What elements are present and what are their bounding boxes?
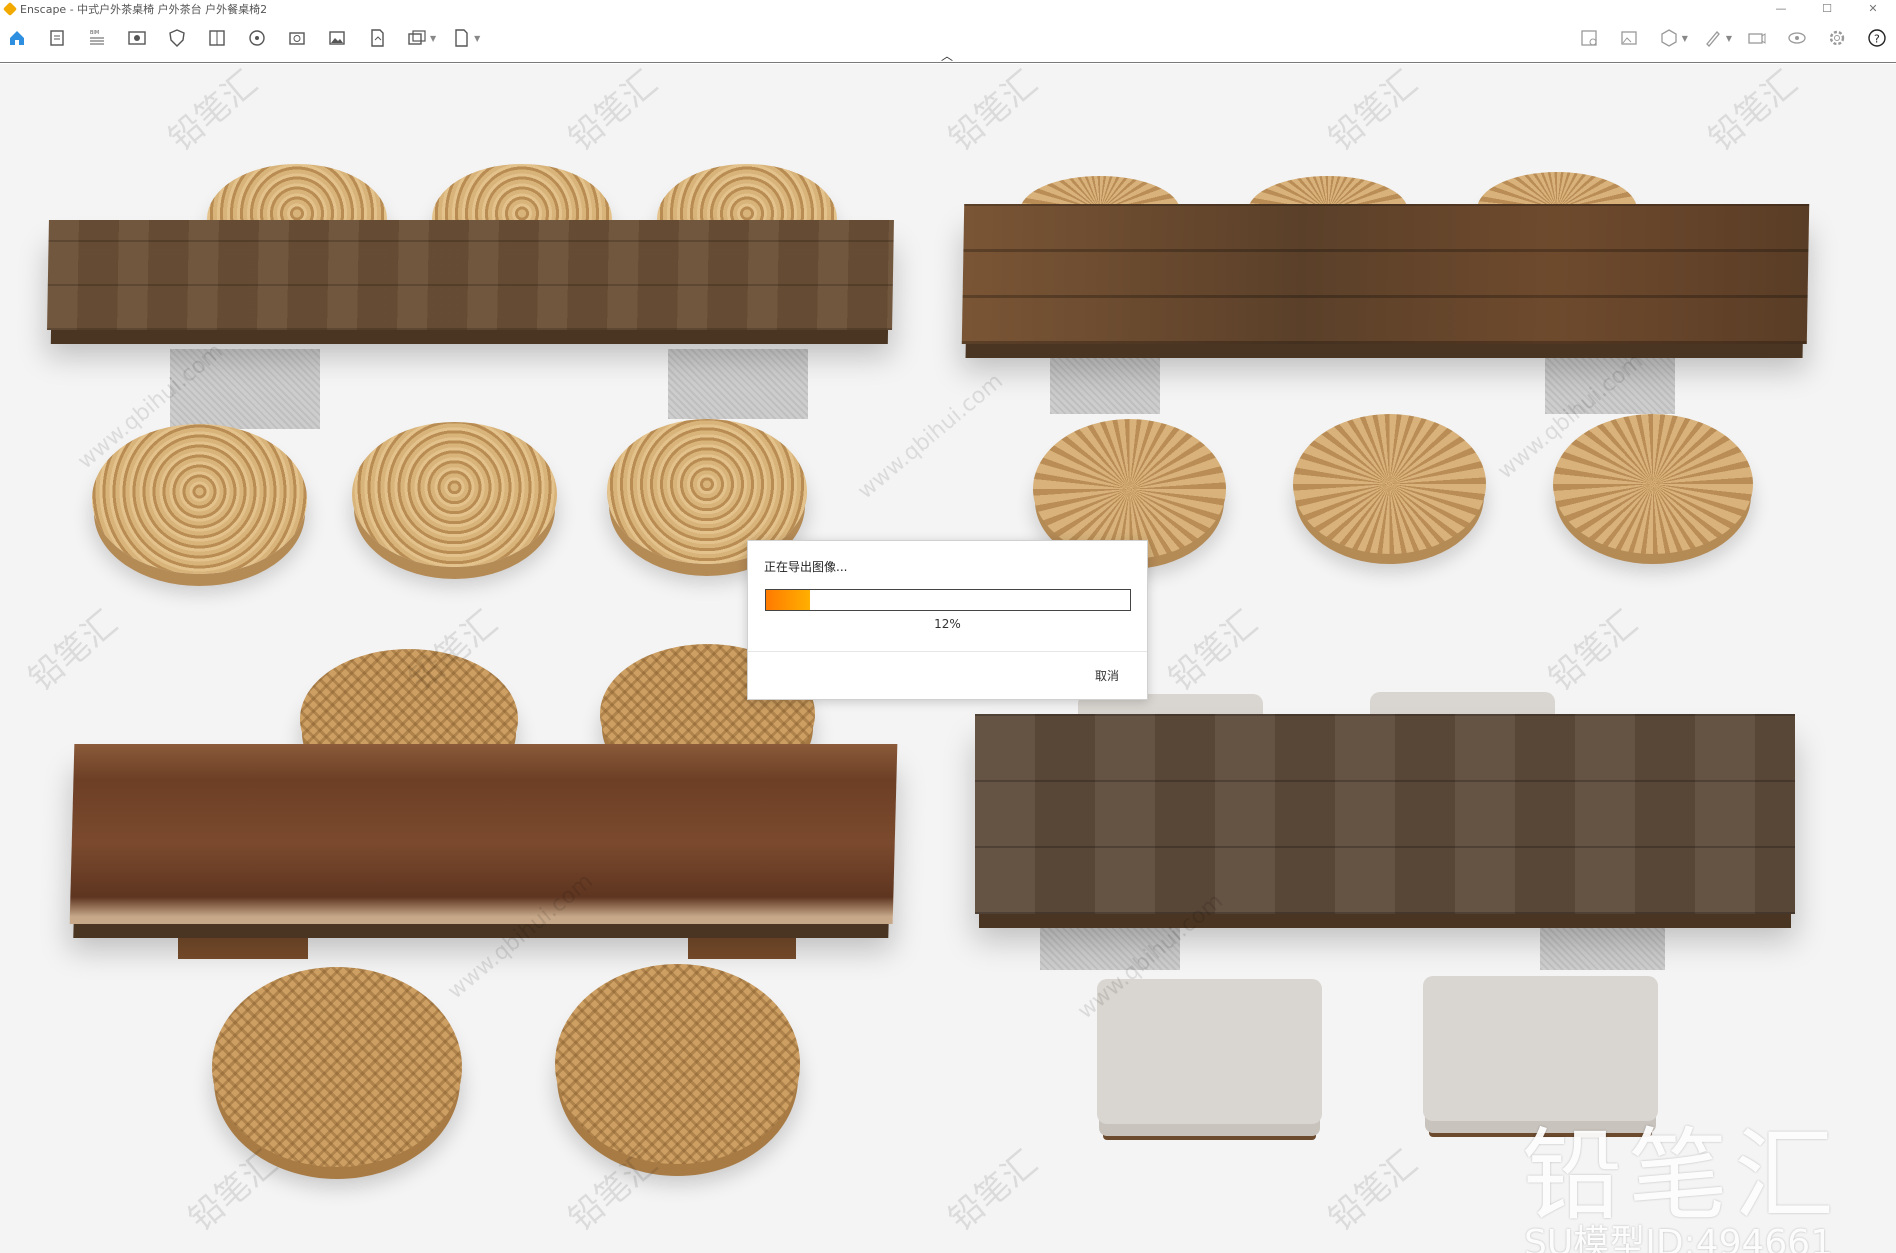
watermark-text: 铅笔汇	[1321, 1143, 1426, 1240]
woven-round-cushion	[212, 967, 462, 1167]
table-top-plank	[47, 220, 894, 330]
table-top-plank	[961, 204, 1810, 344]
watermark-text: 铅笔汇	[561, 64, 666, 160]
shield-icon[interactable]	[166, 27, 188, 49]
toolbar-right-group: ▼ ▼ ?	[1578, 27, 1888, 49]
stone-leg	[668, 349, 808, 419]
render-wheel-icon[interactable]	[246, 27, 268, 49]
window-controls: — ☐ ✕	[1758, 0, 1896, 17]
coil-cushion	[92, 424, 307, 574]
help-icon[interactable]: ?	[1866, 27, 1888, 49]
stone-leg	[1540, 922, 1665, 970]
settings-icon[interactable]	[1826, 27, 1848, 49]
home-icon[interactable]	[6, 27, 28, 49]
camera-icon[interactable]	[1746, 27, 1768, 49]
watermark-text: 铅笔汇	[1321, 64, 1426, 160]
export-file-icon[interactable]	[366, 27, 388, 49]
window-titlebar: Enscape - 中式户外茶桌椅 户外茶台 户外餐桌椅2 — ☐ ✕	[0, 0, 1896, 17]
cancel-button[interactable]: 取消	[1095, 667, 1119, 684]
stone-leg	[170, 349, 320, 429]
visibility-icon[interactable]	[1786, 27, 1808, 49]
document-icon[interactable]	[46, 27, 68, 49]
maximize-button[interactable]: ☐	[1804, 0, 1850, 17]
batch-render-icon[interactable]	[406, 27, 428, 49]
stone-leg	[1050, 354, 1160, 414]
progress-bar	[765, 589, 1131, 611]
cube-icon[interactable]	[1658, 27, 1680, 49]
export-progress-dialog: 正在导出图像... 12% 取消	[747, 540, 1148, 700]
chevron-down-icon[interactable]: ▼	[1682, 34, 1688, 43]
collapse-chevron-icon[interactable]: ︿	[941, 47, 953, 64]
wood-leg	[688, 924, 796, 959]
dialog-title: 正在导出图像...	[764, 560, 848, 574]
woven-round-cushion	[555, 964, 800, 1164]
toolbar-left-group: BIM ▼ ▼	[6, 27, 494, 49]
brush-icon[interactable]	[1702, 27, 1724, 49]
star-weave-cushion	[1553, 414, 1753, 554]
watermark-text: 铅笔汇	[941, 1143, 1046, 1240]
main-toolbar: BIM ▼ ▼ ▼ ▼ ? ︿	[0, 17, 1896, 63]
book-icon[interactable]	[206, 27, 228, 49]
star-weave-cushion	[1293, 414, 1486, 554]
help-label: ?	[1874, 33, 1880, 46]
watermark-text: 铅笔汇	[941, 64, 1046, 160]
asset-library-icon[interactable]	[1578, 27, 1600, 49]
stone-leg	[1545, 354, 1675, 414]
screenshot-icon[interactable]	[286, 27, 308, 49]
watermark-text: 铅笔汇	[161, 64, 266, 160]
chevron-down-icon[interactable]: ▼	[430, 34, 436, 43]
eye-view-icon[interactable]	[126, 27, 148, 49]
progress-bar-fill	[766, 590, 810, 610]
fabric-stool	[1097, 979, 1322, 1124]
table-top-plank	[975, 714, 1795, 914]
stone-leg	[1040, 922, 1180, 970]
watermark-text: 铅笔汇	[1161, 603, 1266, 700]
progress-percent-label: 12%	[934, 617, 961, 631]
wood-leg	[178, 924, 308, 959]
star-weave-cushion	[1033, 419, 1226, 559]
chevron-down-icon[interactable]: ▼	[474, 34, 480, 43]
image-icon[interactable]	[326, 27, 348, 49]
watermark-text: 铅笔汇	[181, 1143, 286, 1240]
bim-label: BIM	[90, 30, 99, 36]
watermark-text: 铅笔汇	[1541, 603, 1646, 700]
bim-list-icon[interactable]: BIM	[86, 27, 108, 49]
close-button[interactable]: ✕	[1850, 0, 1896, 17]
minimize-button[interactable]: —	[1758, 0, 1804, 17]
watermark-text: 铅笔汇	[21, 603, 126, 700]
watermark-text: 铅笔汇	[1701, 64, 1806, 160]
live-edge-table-top	[69, 744, 898, 924]
exe-export-icon[interactable]	[450, 27, 472, 49]
coil-cushion	[352, 422, 557, 567]
enscape-logo-icon	[2, 1, 18, 16]
watermark-url: www.qbihui.com	[853, 368, 1008, 505]
chevron-down-icon[interactable]: ▼	[1726, 34, 1732, 43]
gallery-icon[interactable]	[1618, 27, 1640, 49]
dialog-divider	[748, 651, 1147, 652]
window-title: Enscape - 中式户外茶桌椅 户外茶台 户外餐桌椅2	[20, 2, 268, 16]
model-id-watermark: SU模型ID:494661	[1524, 1223, 1834, 1253]
